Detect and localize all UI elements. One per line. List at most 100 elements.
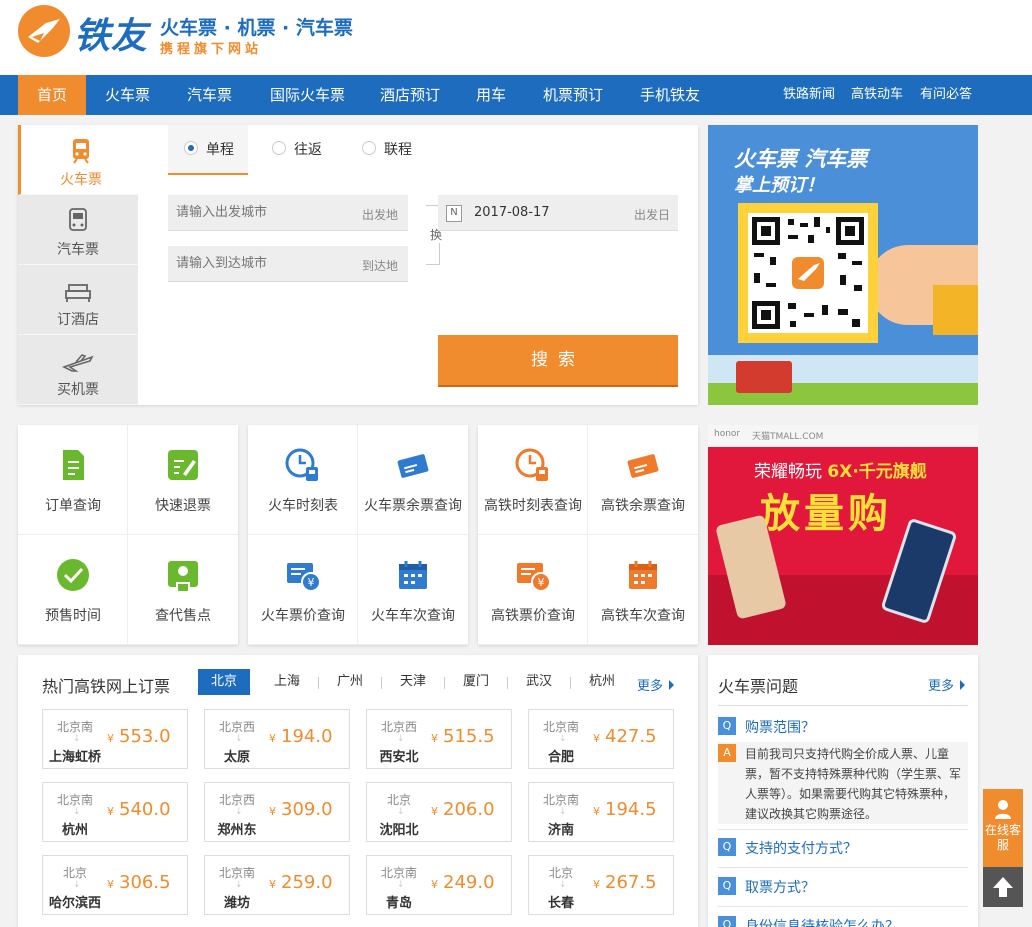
ticket-from: 北京南 <box>380 866 417 880</box>
quick-refund[interactable]: 快速退票 <box>128 425 238 535</box>
side-tab-train[interactable]: 火车票 <box>18 125 138 195</box>
ticket-currency: ¥ <box>593 878 600 891</box>
ticket-price: 249.0 <box>443 872 495 893</box>
ticket-card[interactable]: 北京 ↓ 哈尔滨西 ¥306.5 <box>42 855 188 915</box>
quick-train-fare[interactable]: ¥ 火车票价查询 <box>248 535 358 645</box>
ticket-card[interactable]: 北京南 ↓ 潍坊 ¥259.0 <box>204 855 350 915</box>
search-panel: 火车票 汽车票 订酒店 买机票 单程 往返 联程 出发地 到达地 换 <box>18 125 698 405</box>
faq-q4[interactable]: Q 身份信息待核验怎么办？ <box>718 914 968 927</box>
quick-order-query[interactable]: 订单查询 <box>18 425 128 535</box>
q-badge: Q <box>718 717 736 735</box>
arrow-down-icon: ↓ <box>397 807 405 817</box>
ticket-card[interactable]: 北京南 ↓ 青岛 ¥249.0 <box>366 855 512 915</box>
faq-more-link[interactable]: 更多 <box>928 675 965 694</box>
sleeve-illustration <box>933 285 978 335</box>
city-tab-tianjin[interactable]: 天津 <box>387 669 439 695</box>
quick-presale-time[interactable]: 预售时间 <box>18 535 128 645</box>
nav-high-speed[interactable]: 高铁动车 <box>851 75 903 115</box>
nav-hotel[interactable]: 酒店预订 <box>380 75 440 115</box>
quick-order-query-label: 订单查询 <box>45 498 101 514</box>
city-tab-shanghai[interactable]: 上海 <box>261 669 313 695</box>
nav-qa[interactable]: 有问必答 <box>920 75 972 115</box>
phone-promo-banner[interactable]: honor 天猫TMALL.COM 荣耀畅玩 6X·千元旗舰 放量购 <box>708 425 978 645</box>
hot-more-link[interactable]: 更多 <box>637 675 674 694</box>
ticket-card[interactable]: 北京西 ↓ 西安北 ¥515.5 <box>366 709 512 769</box>
ticket-from: 北京南 <box>56 720 93 734</box>
nav-flight[interactable]: 机票预订 <box>543 75 603 115</box>
city-tab-beijing[interactable]: 北京 <box>198 669 250 695</box>
ticket-card[interactable]: 北京南 ↓ 杭州 ¥540.0 <box>42 782 188 842</box>
quick-hs-timetable-label: 高铁时刻表查询 <box>484 498 582 514</box>
ticket-card[interactable]: 北京西 ↓ 郑州东 ¥309.0 <box>204 782 350 842</box>
nav-bus[interactable]: 汽车票 <box>187 75 232 115</box>
city-tab-wuhan[interactable]: 武汉 <box>513 669 565 695</box>
online-service-button[interactable]: 在线客服 <box>983 789 1023 867</box>
logo-slogan: 火车票 · 机票 · 汽车票 <box>160 17 353 39</box>
quick-hs-number[interactable]: 高铁车次查询 <box>588 535 698 645</box>
ticket-price: 515.5 <box>443 726 495 747</box>
radio-one-way[interactable] <box>184 141 198 155</box>
nav-rail-news[interactable]: 铁路新闻 <box>783 75 835 115</box>
hot-tickets-panel: 热门高铁网上订票 北京 上海 广州 天津 厦门 武汉 杭州 更多 北京南 ↓ 上海虹… <box>18 655 698 927</box>
ticket-price: 309.0 <box>281 799 333 820</box>
document-icon <box>63 450 84 480</box>
ticket-card[interactable]: 北京西 ↓ 太原 ¥194.0 <box>204 709 350 769</box>
ticket-card[interactable]: 北京 ↓ 沈阳北 ¥206.0 <box>366 782 512 842</box>
radio-multi[interactable] <box>362 141 376 155</box>
nav-intl-train[interactable]: 国际火车票 <box>270 75 345 115</box>
search-button[interactable]: 搜索 <box>438 335 678 385</box>
side-tab-flight[interactable]: 买机票 <box>18 335 138 405</box>
city-tab-guangzhou[interactable]: 广州 <box>324 669 376 695</box>
quick-agent-outlets[interactable]: 查代售点 <box>128 535 238 645</box>
arrow-down-icon: ↓ <box>235 807 243 817</box>
ticket-card[interactable]: 北京南 ↓ 合肥 ¥427.5 <box>528 709 674 769</box>
faq-divider <box>718 829 968 830</box>
ticket-price: 194.5 <box>605 799 657 820</box>
promo-brand-right: 天猫TMALL.COM <box>752 432 824 442</box>
promo-brand-left: honor <box>714 429 741 439</box>
hot-title: 热门高铁网上订票 <box>42 677 171 696</box>
trip-round[interactable]: 往返 <box>272 125 322 175</box>
ticket-currency: ¥ <box>107 805 114 818</box>
ticket-from: 北京南 <box>542 793 579 807</box>
city-tab-hangzhou[interactable]: 杭州 <box>576 669 628 695</box>
calendar-icon <box>629 561 657 589</box>
radio-round[interactable] <box>272 141 286 155</box>
ticket-to: 哈尔滨西 <box>48 896 101 911</box>
trip-one-way[interactable]: 单程 <box>168 125 248 175</box>
faq-q3[interactable]: Q 取票方式？ <box>718 875 968 897</box>
quick-hs-remaining[interactable]: 高铁余票查询 <box>588 425 698 535</box>
back-to-top-button[interactable] <box>983 867 1023 907</box>
ticket-card[interactable]: 北京 ↓ 长春 ¥267.5 <box>528 855 674 915</box>
quick-train-timetable-label: 火车时刻表 <box>268 498 338 514</box>
side-tab-bus[interactable]: 汽车票 <box>18 195 138 265</box>
nav-mobile[interactable]: 手机铁友 <box>640 75 700 115</box>
svg-text:¥: ¥ <box>538 576 545 589</box>
faq-q1[interactable]: Q 购票范围？ <box>718 715 968 737</box>
side-tab-flight-label: 买机票 <box>57 382 99 398</box>
city-tab-xiamen[interactable]: 厦门 <box>450 669 502 695</box>
arrow-up-icon <box>993 877 1013 897</box>
ticket-to: 上海虹桥 <box>48 750 101 765</box>
trip-multi[interactable]: 联程 <box>362 125 412 175</box>
person-icon <box>995 800 1011 819</box>
nav-car[interactable]: 用车 <box>476 75 506 115</box>
date-field[interactable]: N 2017-08-17 出发日 <box>438 195 678 231</box>
ticket-card[interactable]: 北京南 ↓ 济南 ¥194.5 <box>528 782 674 842</box>
side-tab-hotel[interactable]: 订酒店 <box>18 265 138 335</box>
app-qr-banner[interactable]: 火车票 汽车票 掌上预订！ <box>708 125 978 405</box>
nav-train[interactable]: 火车票 <box>105 75 150 115</box>
ticket-currency: ¥ <box>107 732 114 745</box>
quick-hs-fare[interactable]: ¥ 高铁票价查询 <box>478 535 588 645</box>
quick-train-remaining[interactable]: 火车票余票查询 <box>358 425 468 535</box>
city-sep <box>444 677 445 689</box>
quick-train-timetable[interactable]: 火车时刻表 <box>248 425 358 535</box>
quick-hs-timetable[interactable]: 高铁时刻表查询 <box>478 425 588 535</box>
arrow-down-icon: ↓ <box>559 734 567 744</box>
nav-home[interactable]: 首页 <box>18 75 86 115</box>
faq-q2[interactable]: Q 支持的支付方式？ <box>718 836 968 858</box>
ticket-currency: ¥ <box>107 878 114 891</box>
ticket-card[interactable]: 北京南 ↓ 上海虹桥 ¥553.0 <box>42 709 188 769</box>
site-logo[interactable]: 铁友 火车票 · 机票 · 汽车票 携程旗下网站 <box>18 5 353 65</box>
quick-train-number[interactable]: 火车车次查询 <box>358 535 468 645</box>
